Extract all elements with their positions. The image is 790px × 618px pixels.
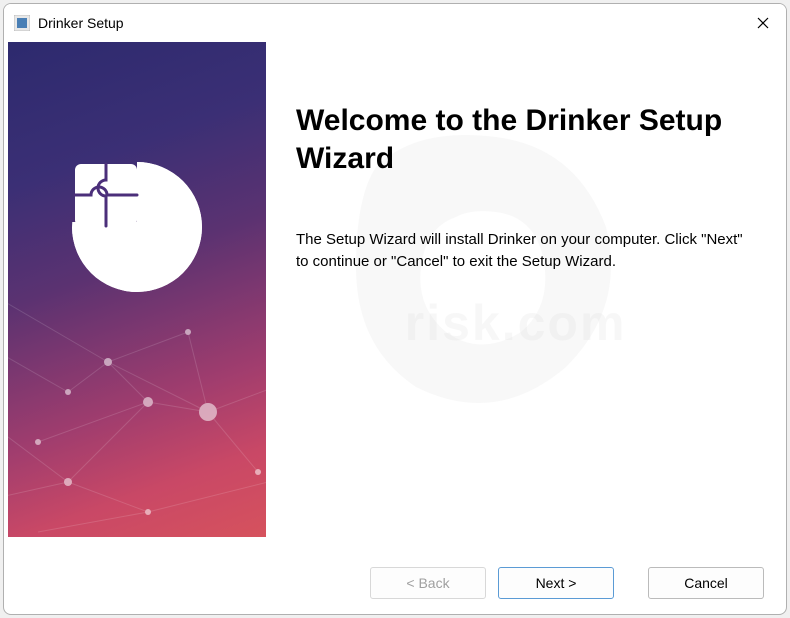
cancel-button[interactable]: Cancel	[648, 567, 764, 599]
app-icon	[14, 15, 30, 31]
button-bar: < Back Next > Cancel	[4, 552, 786, 614]
wizard-banner	[8, 42, 266, 537]
content-area: risk.com Welcome to the Drinker Setup Wi…	[4, 42, 786, 552]
close-button[interactable]	[740, 4, 786, 42]
titlebar: Drinker Setup	[4, 4, 786, 42]
next-button[interactable]: Next >	[498, 567, 614, 599]
setup-window: Drinker Setup	[3, 3, 787, 615]
window-title: Drinker Setup	[38, 15, 740, 31]
watermark-text: risk.com	[405, 294, 627, 352]
close-icon	[757, 17, 769, 29]
back-button: < Back	[370, 567, 486, 599]
wizard-description: The Setup Wizard will install Drinker on…	[296, 229, 750, 273]
puzzle-logo-icon	[57, 142, 217, 302]
wizard-content: risk.com Welcome to the Drinker Setup Wi…	[266, 42, 786, 552]
wizard-heading: Welcome to the Drinker Setup Wizard	[296, 102, 750, 177]
